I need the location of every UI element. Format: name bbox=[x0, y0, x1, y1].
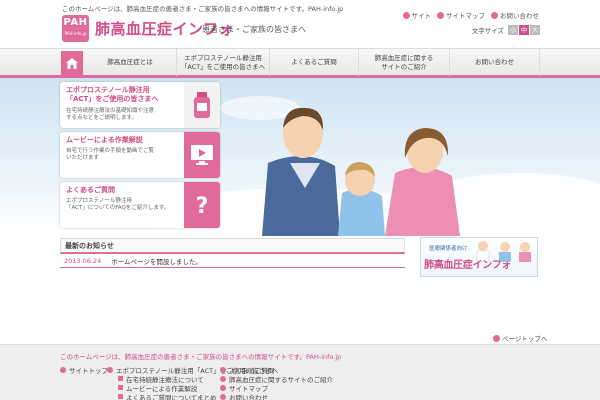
nav-item-about-ph[interactable]: 肺高血圧症とは bbox=[84, 49, 177, 76]
monitor-play-icon bbox=[191, 145, 213, 165]
top-link-sitemap[interactable]: サイトマップ bbox=[437, 10, 485, 20]
bullet-icon bbox=[220, 375, 226, 382]
footer-link[interactable]: お問い合わせ bbox=[220, 392, 333, 400]
banner-icon-area bbox=[184, 132, 220, 178]
banner-title: よくあるご質問 bbox=[66, 186, 115, 194]
nav-item-faq[interactable]: よくあるご質問 bbox=[270, 49, 359, 76]
font-size-large-button[interactable]: 大 bbox=[530, 25, 540, 35]
bullet-icon bbox=[491, 11, 498, 19]
site-logo[interactable]: PAH PAH-info.jp bbox=[62, 15, 89, 42]
news-row[interactable]: 2013.06.24 ホームページを開設しました。 bbox=[60, 254, 405, 268]
bullet-icon bbox=[118, 394, 123, 399]
global-nav: 肺高血圧症とは エポプロステノール静注用 「ACT」をご使用の皆さまへ よくある… bbox=[0, 48, 600, 78]
nav-item-related-sites[interactable]: 肺高血圧症に関する サイトのご紹介 bbox=[359, 49, 450, 76]
bullet-icon bbox=[118, 376, 123, 381]
news-date: 2013.06.24 bbox=[64, 256, 102, 265]
side-banner-sub: 医療関係者向け bbox=[429, 246, 468, 252]
footer: このホームページは、肺高血圧症の患者さま・ご家族の皆さまへの情報サイトです。PA… bbox=[0, 344, 600, 400]
side-banner-medical[interactable]: 医療関係者向け 肺高血圧症インフォ bbox=[420, 237, 538, 277]
hero-banner-faq[interactable]: よくあるご質問 エポプロステノール静注用 「ACT」についてのFAQをご紹介しま… bbox=[60, 182, 220, 228]
news-title: ホームページを開設しました。 bbox=[111, 257, 202, 266]
bullet-icon bbox=[220, 393, 226, 400]
logo-sub-text: PAH-info.jp bbox=[64, 31, 87, 36]
hero-banner-act[interactable]: エポプロステノール静注用 「ACT」をご使用の皆さまへ 在宅持続静注療法の基礎知… bbox=[60, 82, 220, 128]
font-size-medium-button[interactable]: 中 bbox=[519, 25, 529, 35]
header-tagline: このホームページは、肺高血圧症の患者さま・ご家族の皆さまへの情報サイトです。PA… bbox=[62, 5, 344, 13]
banner-icon-area bbox=[184, 82, 220, 128]
bullet-icon bbox=[402, 11, 410, 19]
nav-home-button[interactable] bbox=[61, 51, 83, 75]
news-heading: 最新のお知らせ bbox=[60, 238, 405, 254]
bullet-icon bbox=[60, 366, 66, 373]
hero: エポプロステノール静注用 「ACT」をご使用の皆さまへ 在宅持続静注療法の基礎知… bbox=[0, 78, 600, 236]
nav-item-act[interactable]: エポプロステノール静注用 「ACT」をご使用の皆さまへ bbox=[177, 49, 270, 76]
footer-col-3: よくあるご質問 肺高血圧症に関するサイトのご紹介 サイトマップ お問い合わせ bbox=[220, 365, 333, 400]
side-banner-title: 肺高血圧症インフォ bbox=[424, 260, 511, 271]
banner-title: ムービーによる作業解説 bbox=[66, 136, 143, 144]
header: このホームページは、肺高血圧症の患者さま・ご家族の皆さまへの情報サイトです。PA… bbox=[0, 0, 600, 48]
banner-desc: エポプロステノール静注用 「ACT」についてのFAQをご紹介します。 bbox=[66, 198, 170, 211]
banner-icon-area: ? bbox=[184, 182, 220, 228]
nav-item-contact[interactable]: お問い合わせ bbox=[450, 49, 540, 76]
bullet-icon bbox=[220, 366, 226, 373]
footer-link[interactable]: サイトトップ bbox=[60, 365, 108, 375]
bullet-icon bbox=[220, 384, 226, 391]
logo-main-text: PAH bbox=[63, 17, 88, 28]
bullet-icon bbox=[437, 11, 444, 19]
top-links: サイト サイトマップ お問い合わせ bbox=[402, 10, 539, 20]
bullet-icon bbox=[118, 385, 123, 390]
footer-col-1: サイトトップ bbox=[60, 365, 108, 375]
hero-banner-movie[interactable]: ムービーによる作業解説 自宅で行う作業の手順を動画でご覧 いただけます bbox=[60, 132, 220, 178]
site-subtitle: 患者さま・ご家族の皆さまへ bbox=[202, 25, 306, 34]
banner-title: エポプロステノール静注用 「ACT」をご使用の皆さまへ bbox=[66, 86, 159, 103]
footer-tagline: このホームページは、肺高血圧症の患者さま・ご家族の皆さまへの情報サイトです。PA… bbox=[60, 353, 342, 361]
banner-desc: 自宅で行う作業の手順を動画でご覧 いただけます bbox=[66, 148, 155, 161]
medicine-bottle-icon bbox=[194, 92, 210, 118]
page-top-link[interactable]: ページトップへ bbox=[493, 333, 547, 343]
banner-desc: 在宅持続静注療法の基礎知識や注意 する点などをご説明します。 bbox=[66, 108, 155, 121]
svg-text:?: ? bbox=[196, 194, 209, 217]
news-section: 最新のお知らせ 2013.06.24 ホームページを開設しました。 bbox=[60, 238, 405, 298]
font-size-small-button[interactable]: 小 bbox=[508, 25, 518, 35]
question-icon: ? bbox=[196, 194, 209, 217]
top-link-site[interactable]: サイト bbox=[402, 10, 431, 20]
arrow-up-icon bbox=[493, 334, 500, 342]
font-size-switcher: 文字サイズ 小 中 大 bbox=[472, 25, 540, 35]
home-icon bbox=[66, 57, 78, 69]
bullet-icon bbox=[107, 366, 113, 373]
top-link-contact[interactable]: お問い合わせ bbox=[491, 10, 539, 20]
font-size-label: 文字サイズ bbox=[471, 27, 504, 35]
page: このホームページは、肺高血圧症の患者さま・ご家族の皆さまへの情報サイトです。PA… bbox=[0, 0, 600, 400]
